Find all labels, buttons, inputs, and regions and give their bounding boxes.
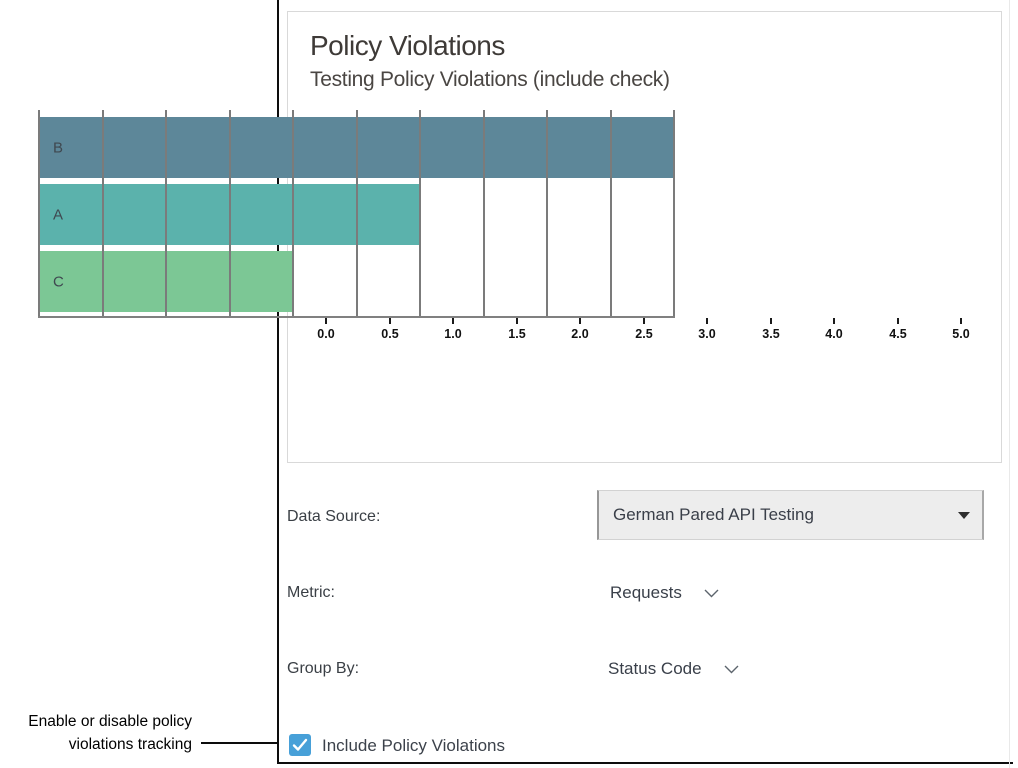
axis-tick	[833, 318, 835, 324]
bar-category-label: A	[53, 206, 63, 223]
crop-bottom-border	[277, 762, 1013, 764]
axis-tick-label: 3.5	[749, 327, 793, 341]
dropdown-arrow-icon	[958, 512, 970, 519]
axis-tick	[452, 318, 454, 324]
metric-value: Requests	[610, 583, 682, 603]
include-policy-violations-checkbox[interactable]	[289, 734, 311, 756]
annotation-line-1: Enable or disable policy	[0, 710, 192, 733]
gridline	[673, 110, 675, 316]
gridline	[356, 110, 358, 316]
gridline	[610, 110, 612, 316]
axis-tick	[897, 318, 899, 324]
axis-tick	[325, 318, 327, 324]
include-policy-violations-label[interactable]: Include Policy Violations	[322, 736, 505, 756]
axis-tick	[389, 318, 391, 324]
axis-tick-label: 4.5	[876, 327, 920, 341]
group-by-value: Status Code	[608, 659, 702, 679]
axis-tick-label: 5.0	[939, 327, 983, 341]
metric-select[interactable]: Requests	[610, 583, 719, 603]
axis-tick	[706, 318, 708, 324]
chart-subtitle: Testing Policy Violations (include check…	[310, 68, 670, 92]
gridline	[102, 110, 104, 316]
chevron-down-icon	[724, 661, 739, 679]
group-by-label: Group By:	[287, 660, 359, 678]
group-by-select[interactable]: Status Code	[608, 659, 739, 679]
gridline	[38, 110, 40, 316]
chart-title: Policy Violations	[310, 30, 505, 62]
gridline	[229, 110, 231, 316]
axis-tick-label: 0.0	[304, 327, 348, 341]
annotation-connector-line	[201, 742, 278, 744]
annotation-callout: Enable or disable policy violations trac…	[0, 710, 192, 756]
axis-tick	[770, 318, 772, 324]
gridline	[292, 110, 294, 316]
gridline	[165, 110, 167, 316]
axis-tick-label: 2.5	[622, 327, 666, 341]
axis-tick	[579, 318, 581, 324]
axis-tick	[516, 318, 518, 324]
gridline	[546, 110, 548, 316]
axis-tick-label: 3.0	[685, 327, 729, 341]
bar-category-label: C	[53, 273, 64, 290]
axis-tick-label: 2.0	[558, 327, 602, 341]
axis-tick	[643, 318, 645, 324]
annotation-line-2: violations tracking	[0, 733, 192, 756]
data-source-value: German Pared API Testing	[613, 491, 814, 539]
check-icon	[292, 738, 308, 752]
axis-tick-label: 1.5	[495, 327, 539, 341]
bar-category-label: B	[53, 139, 63, 156]
chevron-down-icon	[704, 585, 719, 603]
gridline	[419, 110, 421, 316]
axis-tick	[960, 318, 962, 324]
axis-tick-label: 1.0	[431, 327, 475, 341]
page-right-border	[1009, 0, 1010, 768]
metric-label: Metric:	[287, 584, 335, 602]
data-source-label: Data Source:	[287, 508, 380, 526]
bar-chart-plot: B A C	[39, 110, 674, 316]
data-source-dropdown[interactable]: German Pared API Testing	[597, 490, 984, 540]
gridline	[483, 110, 485, 316]
axis-tick-label: 0.5	[368, 327, 412, 341]
page: Policy Violations Testing Policy Violati…	[0, 0, 1018, 768]
axis-tick-label: 4.0	[812, 327, 856, 341]
